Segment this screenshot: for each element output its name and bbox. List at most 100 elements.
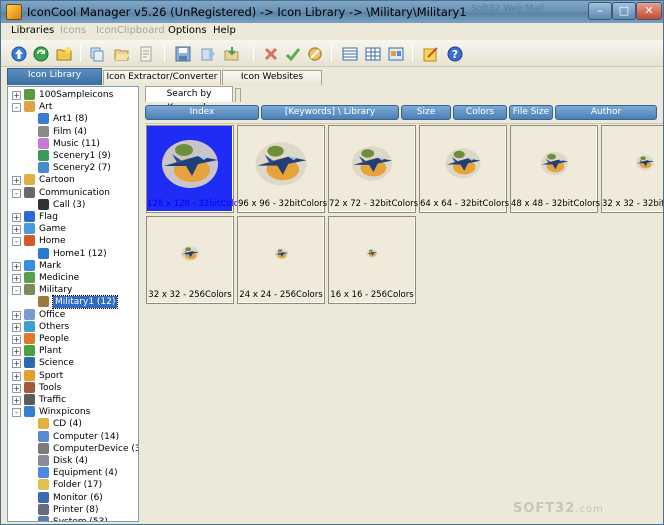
collapse-icon[interactable]: - [12, 286, 21, 296]
expand-icon[interactable]: + [12, 261, 21, 271]
tree-item[interactable]: Equipment (4) [8, 467, 138, 479]
tree-item[interactable]: + Tools [8, 381, 138, 394]
export-icon[interactable] [198, 44, 218, 63]
new-folder-icon[interactable] [54, 44, 74, 63]
tree-item[interactable]: + Others [8, 320, 138, 333]
tree-item[interactable]: + Medicine [8, 272, 138, 284]
tree-item[interactable]: Disk (4) [8, 455, 138, 467]
expand-icon[interactable]: + [12, 371, 21, 381]
tree-item[interactable]: + Traffic [8, 394, 138, 406]
tree-item[interactable]: Art1 (8) [8, 113, 138, 125]
expand-icon[interactable]: + [12, 225, 21, 235]
import-icon[interactable] [222, 44, 242, 63]
close-button[interactable]: ✕ [636, 2, 662, 20]
tree-item[interactable]: - Winxpicons [8, 406, 138, 418]
tree-item[interactable]: Folder (17) [8, 479, 138, 491]
expand-icon[interactable]: + [12, 176, 21, 186]
disable-icon[interactable] [305, 44, 325, 63]
help-icon[interactable]: ? [445, 44, 465, 63]
icon-thumbnail[interactable]: 32 x 32 - 256Colors [146, 216, 234, 304]
menu-options[interactable]: Options [168, 25, 207, 36]
collapse-icon[interactable]: - [12, 188, 21, 198]
tree-item[interactable]: Printer (8) [8, 503, 138, 516]
tree-item[interactable]: Music (11) [8, 137, 138, 150]
tree-item[interactable]: Film (4) [8, 125, 138, 138]
column-colors[interactable]: Colors [453, 105, 507, 120]
title-bar[interactable]: IconCool Manager v5.26 (UnRegistered) ->… [1, 1, 663, 23]
arrow-up-icon[interactable] [9, 44, 29, 63]
icon-thumbnail[interactable]: 128 x 128 - 32bitColors [146, 125, 247, 213]
library-tree[interactable]: +100Sampleicons - Art Art1 (8) Film (4) Music… [7, 86, 139, 522]
properties-icon[interactable] [136, 44, 156, 63]
tree-item[interactable]: + Flag [8, 211, 138, 223]
edit-icon[interactable] [421, 44, 441, 63]
column-file-size[interactable]: File Size [509, 105, 553, 120]
tree-item[interactable]: Call (3) [8, 198, 138, 211]
list-view-icon[interactable] [340, 44, 360, 63]
expand-icon[interactable]: + [12, 347, 21, 357]
icon-thumbnail[interactable]: 16 x 16 - 256Colors [328, 216, 416, 304]
tree-item[interactable]: Home1 (12) [8, 247, 138, 260]
tree-item[interactable]: +100Sampleicons [8, 89, 138, 101]
maximize-button[interactable]: □ [612, 2, 636, 20]
tree-item[interactable]: + Mark [8, 259, 138, 272]
tree-item[interactable]: CD (4) [8, 418, 138, 430]
menu-libraries[interactable]: Libraries [11, 25, 54, 36]
icon-thumbnail[interactable]: 72 x 72 - 32bitColors [328, 125, 418, 213]
tree-item[interactable]: Computer (14) [8, 430, 138, 443]
tree-item[interactable]: Military1 (12) [8, 295, 138, 310]
icon-thumbnail[interactable]: 32 x 32 - 32bitColors [601, 125, 663, 213]
tab-icon-extractor[interactable]: Icon Extractor/Converter [103, 70, 221, 85]
delete-icon[interactable] [261, 44, 281, 63]
menu-iconclipboard[interactable]: IconClipboard [96, 25, 165, 36]
expand-icon[interactable]: + [12, 310, 21, 320]
tree-item[interactable]: + Plant [8, 345, 138, 357]
detail-view-icon[interactable] [363, 44, 383, 63]
thumbnail-view-icon[interactable] [386, 44, 406, 63]
expand-icon[interactable]: + [12, 213, 21, 222]
copy-icon[interactable] [87, 44, 107, 63]
tree-item[interactable]: + Cartoon [8, 174, 138, 186]
collapse-icon[interactable]: - [12, 237, 21, 247]
tab-extra[interactable] [235, 88, 241, 102]
expand-icon[interactable]: + [12, 396, 21, 405]
tree-item[interactable]: Monitor (6) [8, 491, 138, 504]
tree-item[interactable]: + Science [8, 357, 138, 369]
tree-item[interactable]: Scenery1 (9) [8, 150, 138, 162]
expand-icon[interactable]: + [12, 91, 21, 100]
tree-item[interactable]: - Military [8, 284, 138, 296]
icon-thumbnail[interactable]: 24 x 24 - 256Colors [237, 216, 325, 304]
expand-icon[interactable]: + [12, 383, 21, 393]
column-size[interactable]: Size [401, 105, 451, 120]
tree-item[interactable]: + Game [8, 223, 138, 235]
tree-item[interactable]: System (53) [8, 516, 138, 521]
tree-item[interactable]: - Communication [8, 186, 138, 199]
open-folder-icon[interactable] [112, 44, 132, 63]
menu-help[interactable]: Help [213, 25, 236, 36]
column-index[interactable]: Index [145, 105, 259, 120]
icon-thumbnail[interactable]: 48 x 48 - 32bitColors [510, 125, 600, 213]
tree-item[interactable]: + People [8, 333, 138, 345]
tab-search-by-keywords[interactable]: Search by Keywords [145, 86, 233, 113]
icon-thumbnail[interactable]: 64 x 64 - 32bitColors [419, 125, 509, 213]
column-keywords-library[interactable]: [Keywords] \ Library [261, 105, 399, 120]
expand-icon[interactable]: + [12, 335, 21, 344]
menu-icons[interactable]: Icons [60, 25, 86, 36]
tree-item[interactable]: + Office [8, 308, 138, 321]
minimize-button[interactable]: – [588, 2, 612, 20]
column-author[interactable]: Author [555, 105, 657, 120]
expand-icon[interactable]: + [12, 322, 21, 332]
tree-item[interactable]: - Art [8, 101, 138, 113]
expand-icon[interactable]: + [12, 274, 21, 283]
tree-item[interactable]: Scenery2 (7) [8, 162, 138, 174]
collapse-icon[interactable]: - [12, 408, 21, 418]
collapse-icon[interactable]: - [12, 103, 21, 113]
check-icon[interactable] [283, 44, 303, 63]
icon-thumbnail[interactable]: 96 x 96 - 32bitColors [237, 125, 327, 213]
expand-icon[interactable]: + [12, 359, 21, 369]
refresh-icon[interactable] [31, 44, 51, 63]
tree-item[interactable]: - Home [8, 235, 138, 247]
save-icon[interactable] [173, 44, 193, 63]
tab-icon-websites[interactable]: Icon Websites [222, 70, 322, 85]
tree-item[interactable]: + Sport [8, 369, 138, 382]
